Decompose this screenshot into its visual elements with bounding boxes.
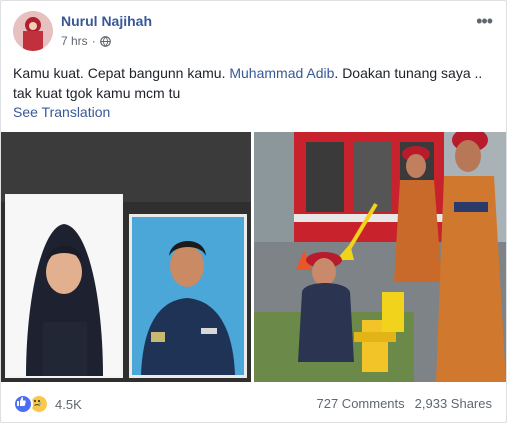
see-translation-link[interactable]: See Translation bbox=[13, 104, 110, 120]
globe-icon bbox=[99, 35, 111, 47]
post-time[interactable]: 7 hrs bbox=[61, 34, 88, 48]
author-name[interactable]: Nurul Najihah bbox=[61, 13, 152, 29]
more-options-icon[interactable]: ••• bbox=[476, 11, 493, 32]
photo-firefighters[interactable] bbox=[254, 132, 506, 382]
post-meta: 7 hrs · bbox=[61, 34, 111, 48]
avatar-image bbox=[13, 11, 53, 51]
firefighters-image bbox=[254, 132, 506, 382]
avatar[interactable] bbox=[13, 11, 53, 51]
post-text: Kamu kuat. Cepat bangunn kamu. Muhammad … bbox=[13, 63, 493, 103]
post-stats: 727 Comments 2,933 Shares bbox=[317, 396, 493, 411]
mention-link[interactable]: Muhammad Adib bbox=[229, 65, 334, 81]
portraits-image bbox=[1, 132, 251, 382]
meta-separator: · bbox=[91, 34, 96, 48]
like-reaction-icon bbox=[13, 394, 33, 414]
photo-portraits[interactable] bbox=[1, 132, 251, 382]
post-card: Nurul Najihah 7 hrs · ••• Kamu kuat. Cep… bbox=[0, 0, 507, 423]
reaction-count: 4.5K bbox=[55, 396, 82, 412]
comments-count[interactable]: 727 Comments bbox=[317, 396, 405, 411]
reactions-summary[interactable]: 4.5K bbox=[13, 394, 82, 414]
post-text-before: Kamu kuat. Cepat bangunn kamu. bbox=[13, 65, 230, 81]
shares-count[interactable]: 2,933 Shares bbox=[415, 396, 492, 411]
post-footer: 4.5K 727 Comments 2,933 Shares bbox=[1, 386, 506, 418]
